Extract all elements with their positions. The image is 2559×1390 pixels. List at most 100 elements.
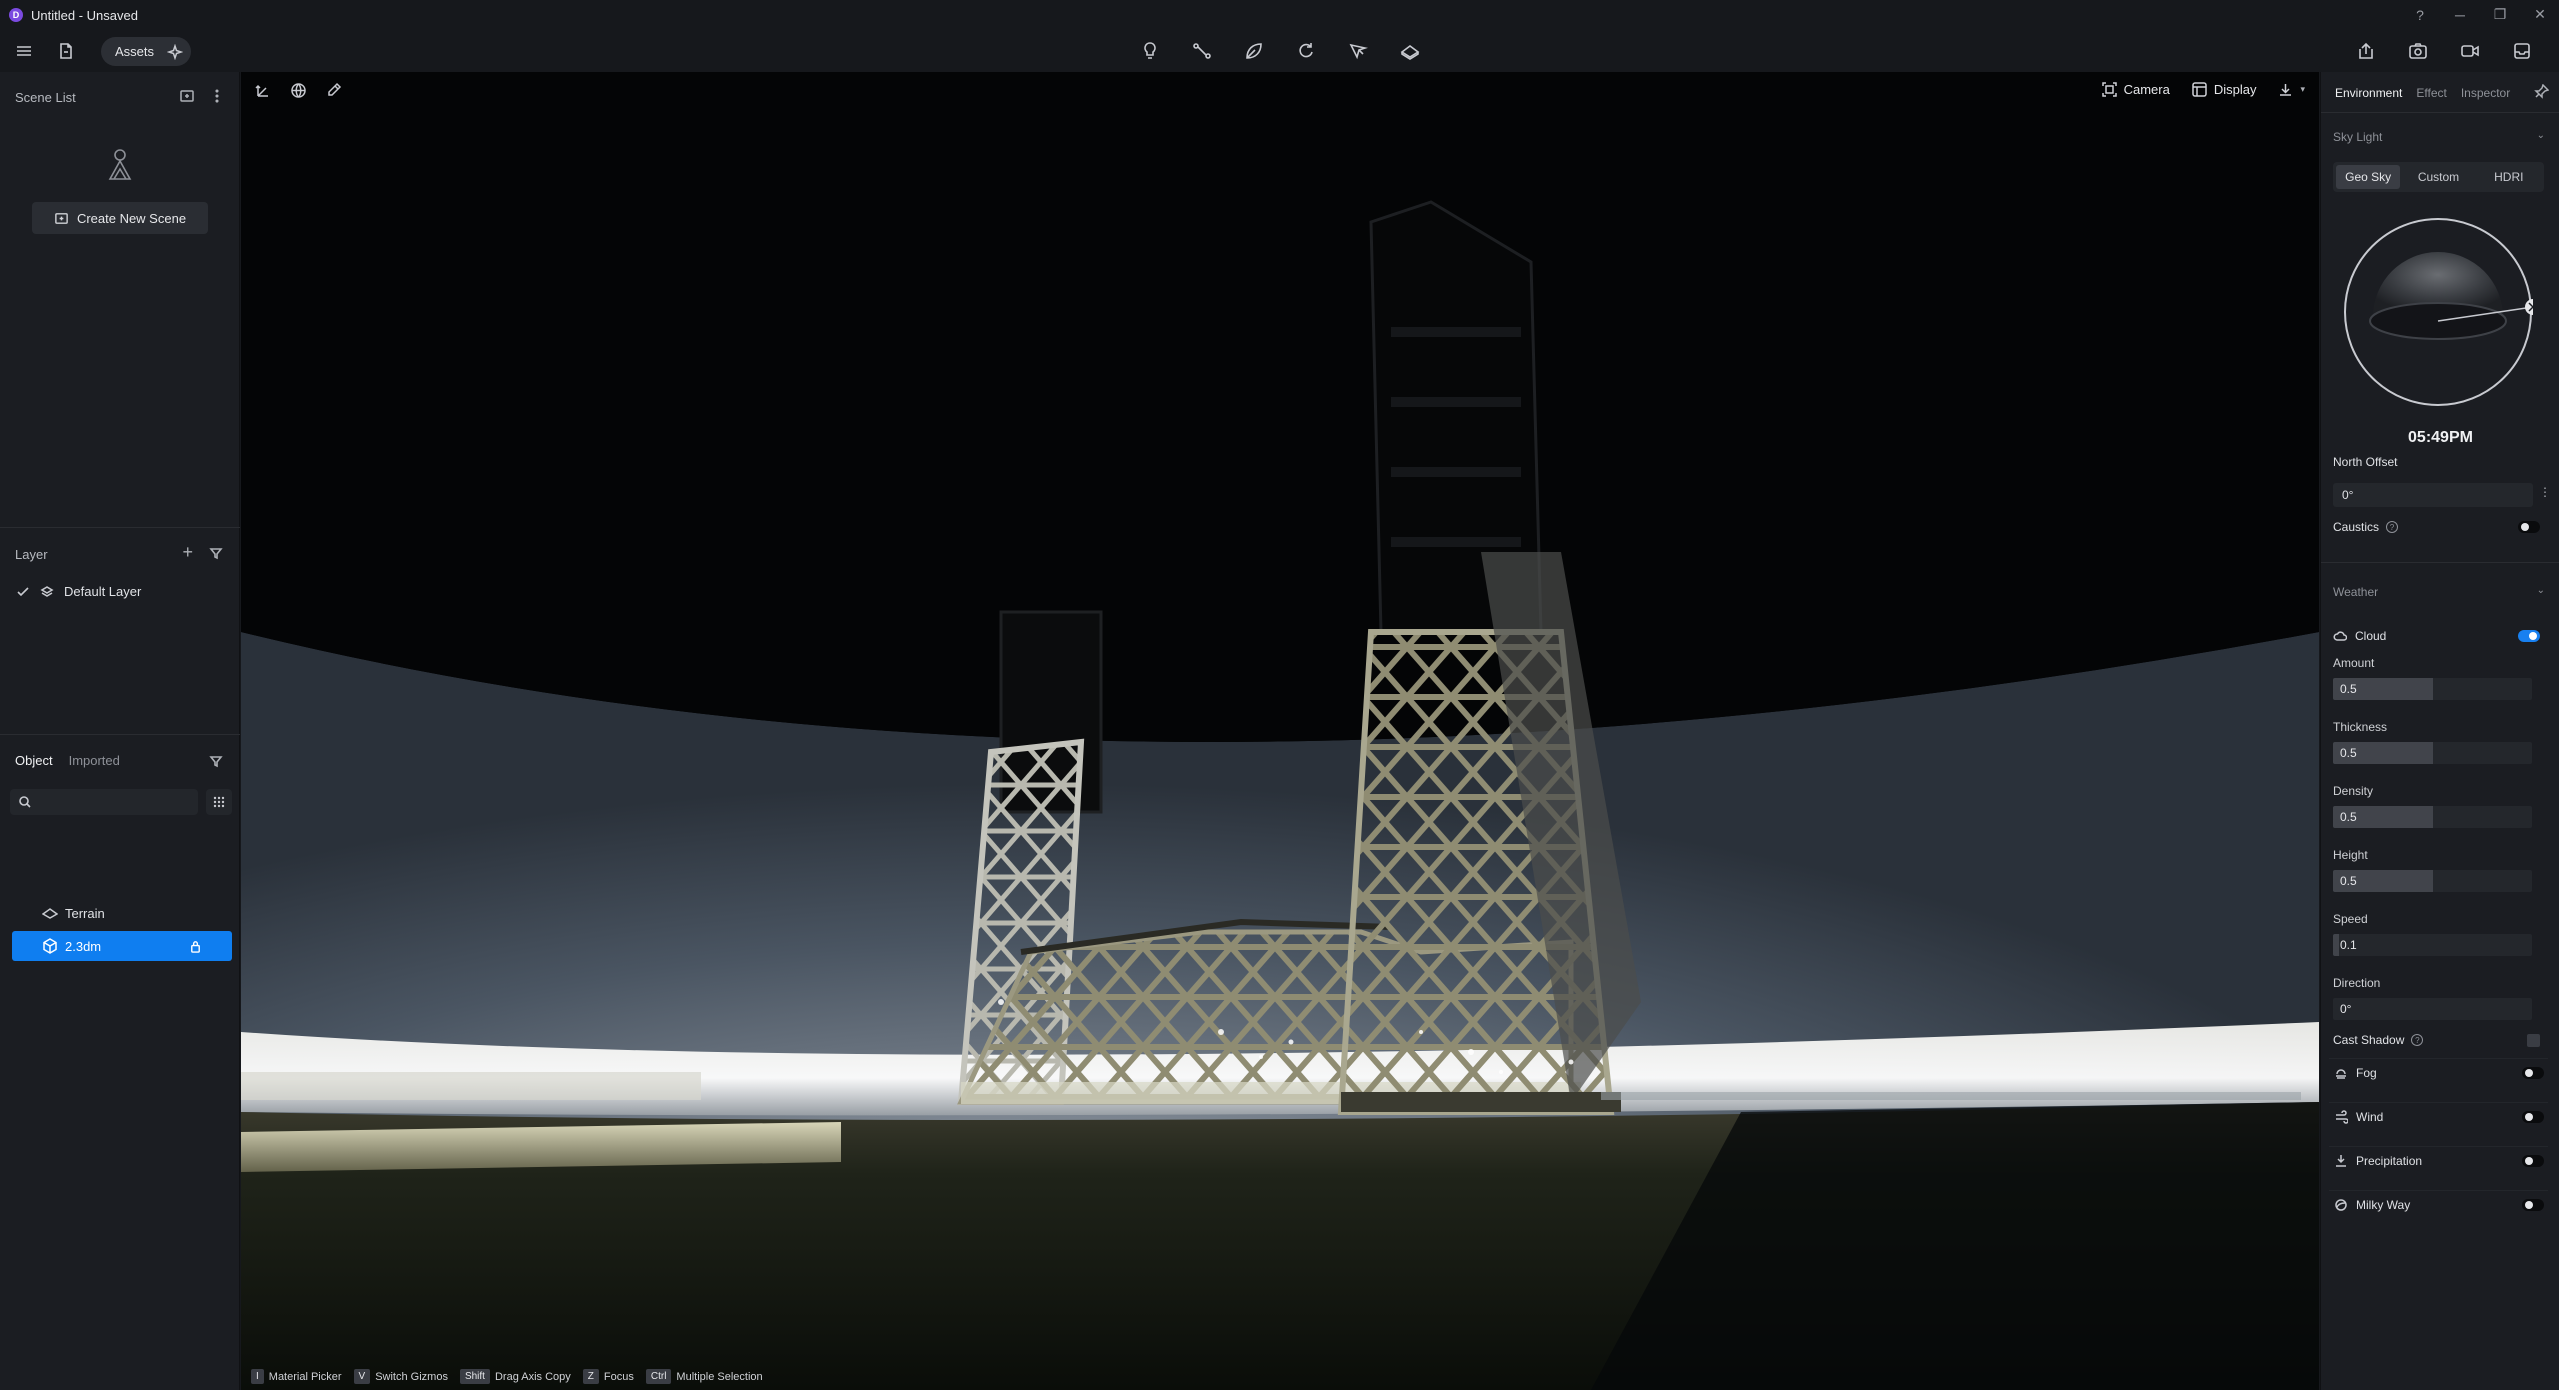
cloud-toggle[interactable] bbox=[2518, 630, 2540, 642]
object-search[interactable] bbox=[10, 789, 198, 815]
cloud-row: Cloud bbox=[2333, 625, 2544, 647]
direction-field[interactable]: 0° bbox=[2333, 998, 2532, 1020]
caustics-label: Caustics bbox=[2333, 520, 2380, 534]
height-value: 0.5 bbox=[2340, 874, 2357, 888]
divider bbox=[0, 734, 240, 735]
scene-list-actions bbox=[179, 88, 225, 104]
more-icon[interactable]: ⋮ bbox=[2539, 485, 2551, 499]
wind-icon bbox=[2336, 1109, 2348, 1124]
thickness-slider[interactable]: 0.5 bbox=[2333, 742, 2532, 764]
divider bbox=[2321, 112, 2559, 113]
refresh-icon[interactable] bbox=[1294, 39, 1318, 63]
sky-mode-custom[interactable]: Custom bbox=[2406, 165, 2470, 189]
wind-toggle[interactable] bbox=[2522, 1110, 2544, 1123]
hint-multiple-selection: Ctrl Multiple Selection bbox=[645, 1369, 763, 1384]
assets-button[interactable]: Assets bbox=[115, 44, 154, 59]
export-dropdown[interactable]: ▾ bbox=[2278, 82, 2305, 97]
people-icon[interactable] bbox=[1346, 39, 1370, 63]
caustics-row: Caustics ? bbox=[2333, 516, 2544, 538]
density-slider[interactable]: 0.5 bbox=[2333, 806, 2532, 828]
wind-row: Wind bbox=[2329, 1102, 2548, 1130]
display-button[interactable]: Display bbox=[2192, 82, 2256, 97]
help-icon[interactable]: ? bbox=[2411, 7, 2429, 23]
viewport-tools-right: Camera Display ▾ bbox=[2101, 82, 2305, 97]
precipitation-label: Precipitation bbox=[2356, 1153, 2423, 1168]
object-row-model[interactable]: 2.3dm bbox=[12, 931, 232, 961]
screenshot-icon[interactable] bbox=[2406, 39, 2430, 63]
milky-way-toggle[interactable] bbox=[2522, 1198, 2544, 1211]
amount-slider[interactable]: 0.5 bbox=[2333, 678, 2532, 700]
help-icon[interactable]: ? bbox=[2386, 521, 2399, 533]
add-scene-icon[interactable] bbox=[179, 88, 195, 104]
sky-mode-geo-sky[interactable]: Geo Sky bbox=[2336, 165, 2401, 189]
fog-label: Fog bbox=[2356, 1065, 2377, 1080]
filter-icon[interactable] bbox=[209, 546, 223, 560]
video-icon[interactable] bbox=[2458, 39, 2482, 63]
object-name: Terrain bbox=[65, 905, 105, 921]
hint-key: Ctrl bbox=[645, 1369, 672, 1384]
restore-icon[interactable]: ❐ bbox=[2491, 6, 2509, 23]
object-row-terrain[interactable]: Terrain bbox=[12, 898, 232, 928]
layer-title: Layer bbox=[15, 547, 48, 562]
grid-view-button[interactable] bbox=[206, 789, 232, 815]
assets-pill[interactable]: Assets bbox=[101, 37, 191, 66]
cast-shadow-row: Cast Shadow ? bbox=[2333, 1029, 2544, 1051]
chevron-down-icon[interactable]: ⌄ bbox=[2537, 130, 2545, 141]
terrain-icon[interactable] bbox=[1398, 39, 1422, 63]
speed-label: Speed bbox=[2333, 912, 2368, 926]
weather-title: Weather bbox=[2333, 585, 2379, 599]
leaf-icon[interactable] bbox=[1242, 39, 1266, 63]
tab-object[interactable]: Object bbox=[15, 753, 53, 768]
object-tabs: Object Imported bbox=[15, 753, 120, 768]
object-filter-icon[interactable] bbox=[209, 754, 223, 771]
inbox-icon[interactable] bbox=[2510, 39, 2534, 63]
export-icon[interactable] bbox=[2354, 39, 2378, 63]
minimize-icon[interactable]: ─ bbox=[2451, 7, 2469, 23]
precipitation-icon bbox=[2336, 1154, 2346, 1167]
transform-gizmo-icon[interactable] bbox=[255, 82, 272, 99]
lock-icon[interactable] bbox=[189, 940, 202, 953]
globe-icon[interactable] bbox=[290, 82, 307, 99]
hint-material-picker: I Material Picker bbox=[251, 1369, 342, 1384]
caustics-toggle[interactable] bbox=[2518, 521, 2540, 533]
tab-imported[interactable]: Imported bbox=[69, 753, 120, 768]
create-new-scene-button[interactable]: Create New Scene bbox=[32, 202, 208, 234]
light-bulb-icon[interactable] bbox=[1138, 39, 1162, 63]
layer-name: Default Layer bbox=[64, 584, 142, 599]
help-icon[interactable]: ? bbox=[2411, 1034, 2424, 1046]
camera-button[interactable]: Camera bbox=[2101, 82, 2170, 97]
sun-position-dial[interactable] bbox=[2343, 217, 2533, 407]
direction-value: 0° bbox=[2340, 1002, 2352, 1016]
milky-way-icon bbox=[2335, 1198, 2347, 1211]
sky-mode-hdri[interactable]: HDRI bbox=[2477, 165, 2541, 189]
tab-effect[interactable]: Effect bbox=[2416, 86, 2446, 100]
fog-icon bbox=[2336, 1068, 2346, 1079]
search-icon bbox=[19, 796, 31, 808]
tab-inspector[interactable]: Inspector bbox=[2461, 86, 2510, 100]
more-icon[interactable] bbox=[209, 88, 225, 104]
close-icon[interactable]: ✕ bbox=[2531, 6, 2549, 23]
check-icon[interactable] bbox=[16, 585, 30, 599]
precipitation-toggle[interactable] bbox=[2522, 1154, 2544, 1167]
search-input[interactable] bbox=[40, 795, 190, 809]
file-icon[interactable] bbox=[54, 39, 78, 63]
tab-environment[interactable]: Environment bbox=[2335, 86, 2402, 100]
add-layer-icon[interactable]: + bbox=[182, 542, 193, 563]
chevron-down-icon[interactable]: ⌄ bbox=[2537, 585, 2545, 596]
pin-icon[interactable] bbox=[2534, 83, 2550, 102]
height-slider[interactable]: 0.5 bbox=[2333, 870, 2532, 892]
hint-key: I bbox=[251, 1369, 264, 1384]
layer-item-default[interactable]: Default Layer bbox=[16, 584, 141, 599]
speed-slider[interactable]: 0.1 bbox=[2333, 934, 2532, 956]
eyedropper-icon[interactable] bbox=[325, 82, 342, 99]
north-offset-field[interactable]: 0° bbox=[2333, 483, 2533, 507]
3d-viewport[interactable]: Camera Display ▾ I Material Picker V Swi… bbox=[241, 72, 2319, 1390]
menu-icon[interactable] bbox=[12, 39, 36, 63]
cast-shadow-checkbox[interactable] bbox=[2527, 1033, 2540, 1047]
divider bbox=[2321, 562, 2559, 563]
fog-toggle[interactable] bbox=[2522, 1066, 2544, 1079]
window-controls: ? ─ ❐ ✕ bbox=[2411, 6, 2549, 23]
path-icon[interactable] bbox=[1190, 39, 1214, 63]
ai-sparkle-icon[interactable] bbox=[164, 41, 186, 62]
sun-handle-icon[interactable] bbox=[2525, 299, 2533, 315]
